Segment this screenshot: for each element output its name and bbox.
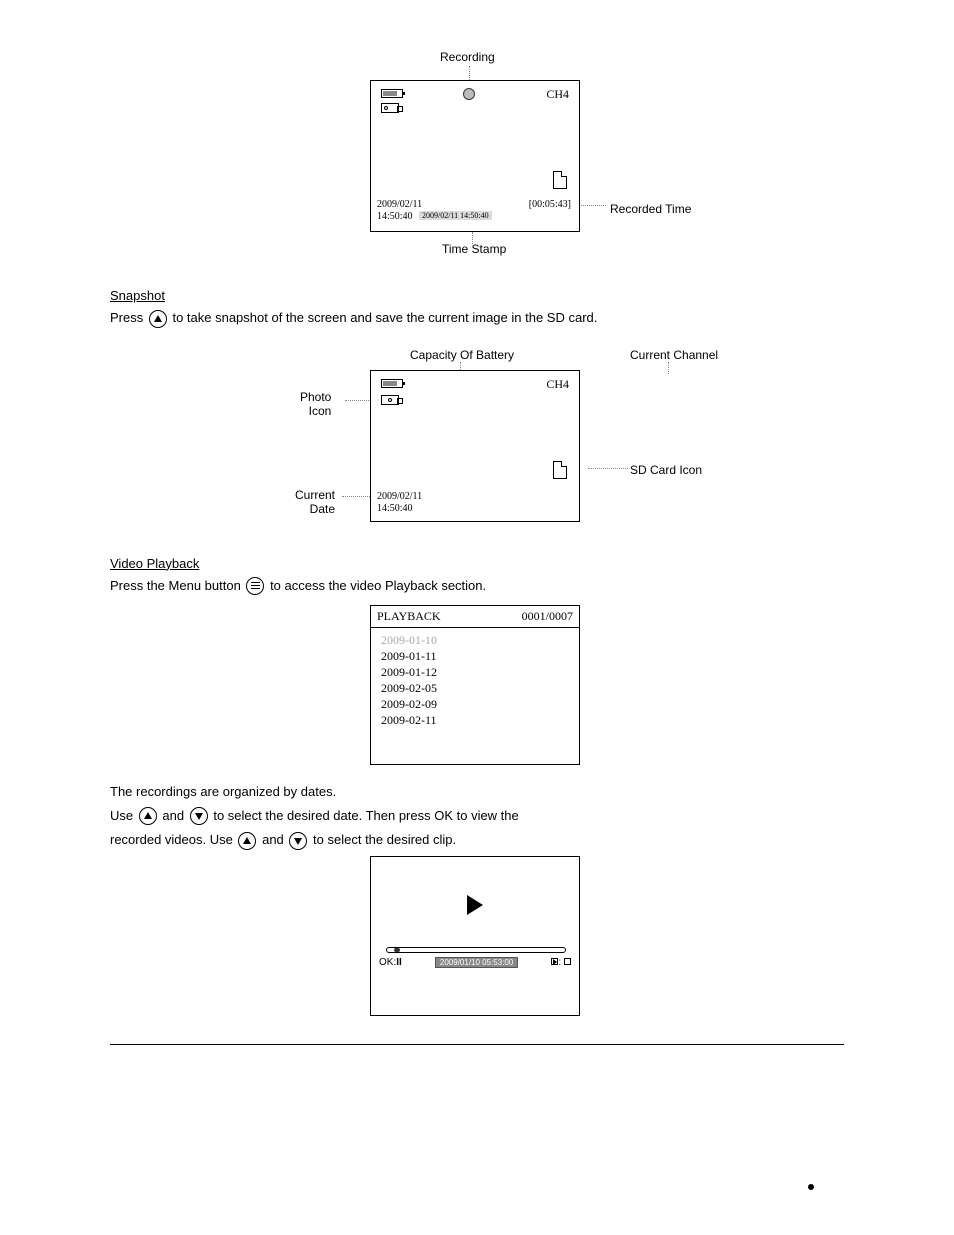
play-icon [467, 895, 483, 915]
label-current-channel: Current Channel [630, 348, 718, 362]
up-button-icon [139, 807, 157, 825]
footer-bullet [808, 1184, 814, 1190]
battery-icon [381, 89, 403, 98]
label-sd-card-icon: SD Card Icon [630, 463, 702, 477]
label-battery: Capacity Of Battery [410, 348, 514, 362]
recording-screen: CH4 2009/02/11 [00:05:43] 14:50:40 2009/… [370, 80, 580, 232]
down-button-icon [289, 832, 307, 850]
down-button-icon [190, 807, 208, 825]
playback-text-2: The recordings are organized by dates. [110, 783, 844, 801]
recording-indicator-icon [463, 88, 475, 100]
playback-list-screen: PLAYBACK 0001/0007 2009-01-10 2009-01-11… [370, 605, 580, 765]
label-time-stamp: Time Stamp [442, 242, 506, 256]
date-text: 2009/02/11 [377, 199, 422, 210]
list-item: 2009-02-09 [381, 697, 569, 712]
playback-text-1: Press the Menu button to access the vide… [110, 577, 844, 596]
recording-diagram: Recording Recorded Time Time Stamp CH4 2… [370, 50, 770, 270]
list-item: 2009-01-10 [381, 633, 569, 648]
up-button-icon [149, 310, 167, 328]
ok-pause-label: OK:II [379, 957, 402, 968]
sd-card-icon [553, 461, 567, 479]
time-text: 14:50:40 [377, 503, 413, 514]
playback-title: PLAYBACK [377, 609, 441, 624]
up-button-icon [238, 832, 256, 850]
footer-rule [110, 1044, 844, 1045]
label-photo-icon: Photo Icon [300, 390, 331, 418]
play-small-icon [551, 958, 558, 965]
recorded-duration: [00:05:43] [529, 199, 571, 210]
playback-text-3: Use and to select the desired date. Then… [110, 807, 844, 826]
playback-text-4: recorded videos. Use and to select the d… [110, 831, 844, 850]
label-recorded-time: Recorded Time [610, 202, 691, 216]
list-item: 2009-01-12 [381, 665, 569, 680]
channel-indicator: CH4 [546, 87, 569, 102]
heading-snapshot: Snapshot [110, 288, 844, 303]
playback-list-diagram: PLAYBACK 0001/0007 2009-01-10 2009-01-11… [370, 605, 630, 765]
play-stop-icons: : [551, 957, 571, 968]
list-item: 2009-02-11 [381, 713, 569, 728]
battery-icon [381, 379, 403, 388]
playback-player-diagram: OK:II 2009/01/10 05:53:00 : [370, 856, 630, 1016]
player-timestamp: 2009/01/10 05:53:00 [435, 957, 518, 968]
label-current-date: Current Date [295, 488, 335, 516]
snapshot-screen: CH4 2009/02/11 14:50:40 [370, 370, 580, 522]
playback-player-screen: OK:II 2009/01/10 05:53:00 : [370, 856, 580, 1016]
time-text: 14:50:40 [377, 211, 413, 222]
date-text: 2009/02/11 [377, 491, 422, 502]
list-item: 2009-02-05 [381, 681, 569, 696]
playback-date-list: 2009-01-10 2009-01-11 2009-01-12 2009-02… [371, 628, 579, 733]
menu-button-icon [246, 577, 264, 595]
channel-indicator: CH4 [546, 377, 569, 392]
label-recording: Recording [440, 50, 495, 64]
list-item: 2009-01-11 [381, 649, 569, 664]
sd-card-icon [553, 171, 567, 189]
photo-icon [381, 395, 399, 405]
timestamp-overlay: 2009/02/11 14:50:40 [419, 211, 492, 220]
heading-video-playback: Video Playback [110, 556, 844, 571]
progress-bar [386, 947, 566, 953]
playback-counter: 0001/0007 [522, 609, 573, 624]
snapshot-text: Press to take snapshot of the screen and… [110, 309, 844, 328]
camcorder-icon [381, 103, 399, 113]
snapshot-diagram: Capacity Of Battery Current Channel Phot… [310, 338, 770, 538]
stop-small-icon [564, 958, 571, 965]
